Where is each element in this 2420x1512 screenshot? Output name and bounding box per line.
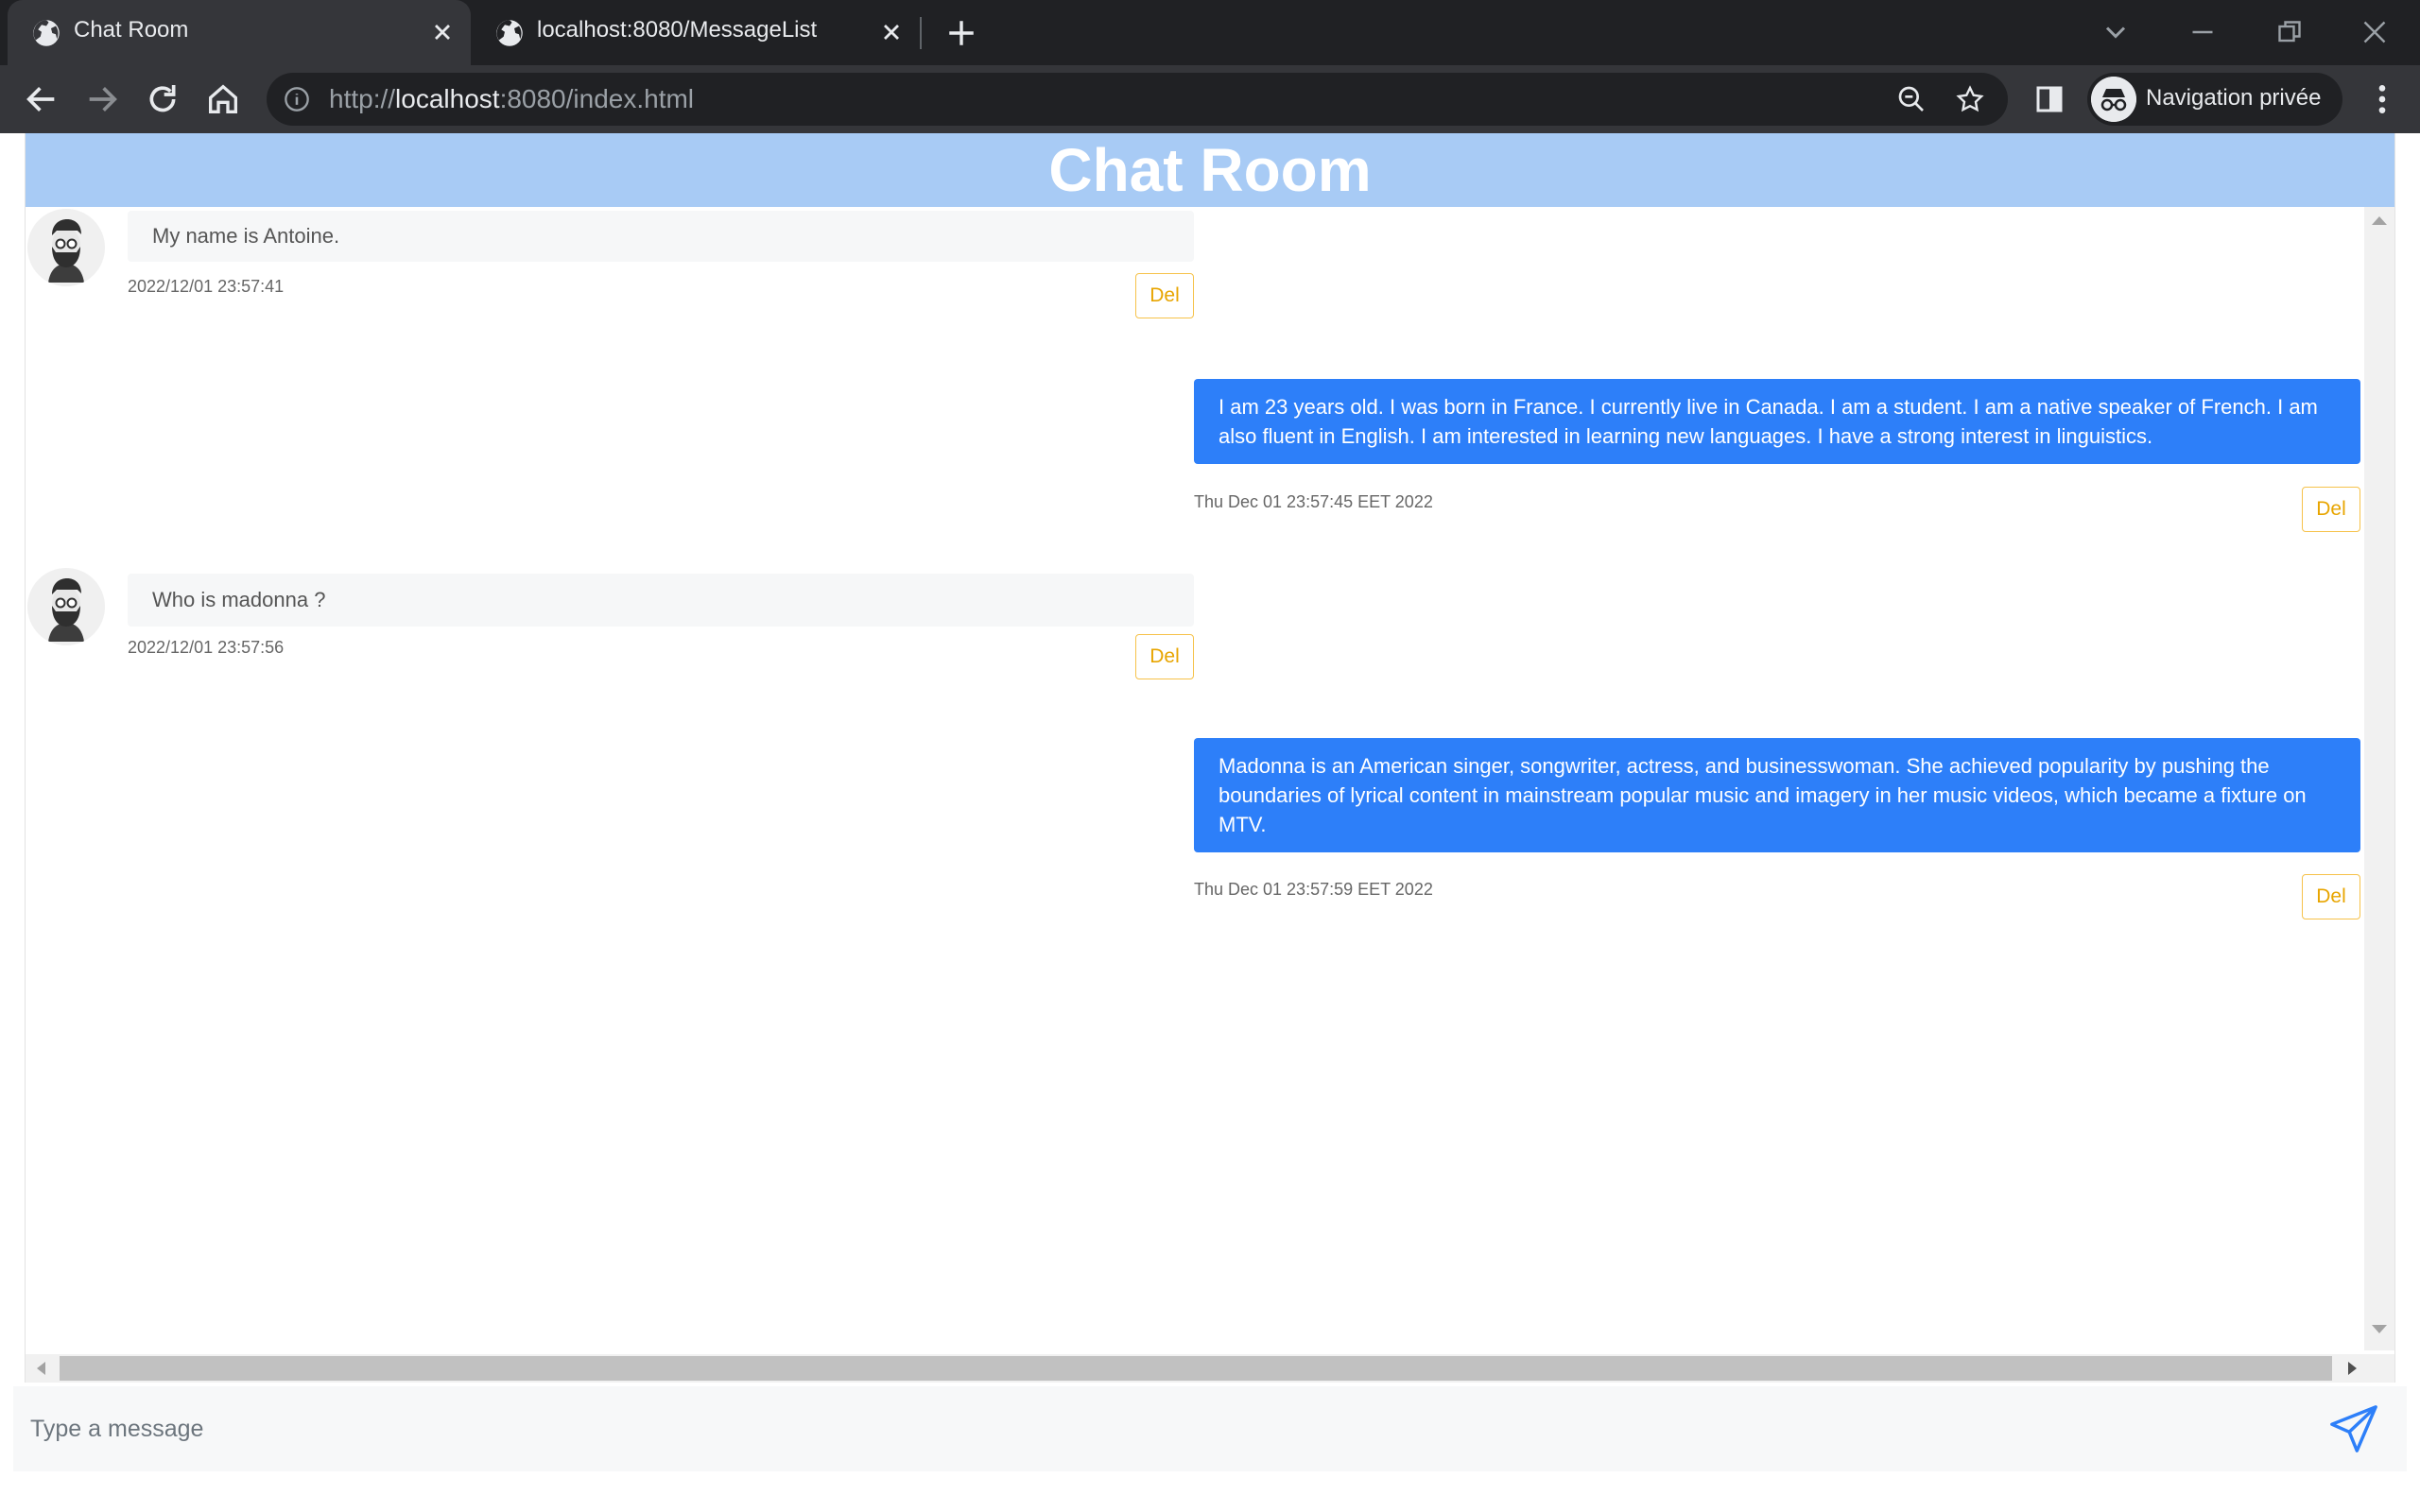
scroll-up-icon[interactable] — [2372, 216, 2387, 225]
info-icon[interactable] — [284, 86, 310, 112]
forward-icon[interactable] — [83, 80, 121, 118]
message-received: My name is Antoine. 2022/12/01 23:57:41 … — [26, 207, 1198, 339]
minimize-icon[interactable] — [2186, 15, 2220, 49]
scroll-right-icon[interactable] — [2348, 1362, 2357, 1375]
globe-icon — [496, 20, 523, 46]
page-title: Chat Room — [1048, 136, 1372, 204]
scrollbar-thumb[interactable] — [60, 1356, 2332, 1381]
tab-message-list[interactable]: localhost:8080/MessageList — [471, 0, 920, 65]
globe-icon — [33, 20, 60, 46]
message-sent: Madonna is an American singer, songwrite… — [1194, 738, 2362, 927]
send-icon[interactable] — [2327, 1403, 2380, 1454]
bearded-man-avatar-icon — [27, 209, 105, 286]
vertical-scrollbar[interactable] — [2364, 207, 2394, 1350]
message-timestamp: Thu Dec 01 23:57:45 EET 2022 — [1194, 492, 1433, 511]
zoom-out-icon[interactable] — [1896, 84, 1927, 114]
message-composer — [13, 1386, 2407, 1471]
message-text: Madonna is an American singer, songwrite… — [1194, 738, 2360, 852]
chat-frame: Chat Room My name is Antoine. 2022/12/01… — [25, 133, 2395, 1383]
delete-button[interactable]: Del — [1135, 634, 1194, 679]
message-list: My name is Antoine. 2022/12/01 23:57:41 … — [26, 207, 2364, 1350]
message-text: My name is Antoine. — [128, 211, 1194, 262]
message-timestamp: 2022/12/01 23:57:56 — [128, 638, 285, 657]
bookmark-star-icon[interactable] — [1955, 84, 1985, 114]
scroll-left-icon[interactable] — [37, 1362, 45, 1375]
incognito-profile-button[interactable]: Navigation privée — [2087, 73, 2342, 126]
delete-button[interactable]: Del — [2302, 487, 2360, 532]
browser-toolbar: http://localhost:8080/index.html Navigat… — [0, 65, 2420, 133]
browser-tab-strip: Chat Room localhost:8080/MessageList — [0, 0, 2420, 65]
tab-search-icon[interactable] — [2099, 15, 2133, 49]
message-sent: I am 23 years old. I was born in France.… — [1194, 379, 2362, 532]
avatar — [27, 209, 105, 286]
horizontal-scrollbar[interactable] — [26, 1354, 2394, 1383]
side-panel-icon[interactable] — [2032, 82, 2066, 116]
tab-title: localhost:8080/MessageList — [537, 17, 818, 43]
reload-icon[interactable] — [144, 80, 182, 118]
tab-chat-room[interactable]: Chat Room — [8, 0, 471, 65]
bearded-man-avatar-icon — [27, 568, 105, 645]
delete-button[interactable]: Del — [1135, 273, 1194, 318]
address-bar[interactable]: http://localhost:8080/index.html — [267, 73, 2008, 126]
restore-icon[interactable] — [2273, 15, 2307, 49]
message-text: Who is madonna ? — [128, 574, 1194, 627]
message-received: Who is madonna ? 2022/12/01 23:57:56 Del — [26, 566, 1198, 698]
incognito-icon — [2091, 77, 2136, 122]
delete-button[interactable]: Del — [2302, 874, 2360, 919]
message-input[interactable] — [13, 1386, 2282, 1471]
scroll-down-icon[interactable] — [2372, 1325, 2387, 1333]
avatar — [27, 568, 105, 645]
tab-separator — [920, 17, 922, 49]
message-text: I am 23 years old. I was born in France.… — [1194, 379, 2360, 464]
close-icon[interactable] — [429, 19, 456, 45]
tab-title: Chat Room — [74, 17, 189, 43]
new-tab-icon[interactable] — [945, 17, 977, 49]
url-text[interactable]: http://localhost:8080/index.html — [329, 84, 694, 114]
incognito-label: Navigation privée — [2146, 85, 2322, 111]
back-icon[interactable] — [23, 80, 60, 118]
home-icon[interactable] — [204, 80, 242, 118]
chat-header: Chat Room — [26, 133, 2394, 207]
page: Chat Room My name is Antoine. 2022/12/01… — [0, 133, 2420, 1512]
message-timestamp: 2022/12/01 23:57:41 — [128, 277, 285, 296]
close-window-icon[interactable] — [2358, 15, 2392, 49]
message-timestamp: Thu Dec 01 23:57:59 EET 2022 — [1194, 880, 1433, 899]
browser-menu-icon[interactable] — [2363, 80, 2401, 118]
close-icon[interactable] — [878, 19, 905, 45]
